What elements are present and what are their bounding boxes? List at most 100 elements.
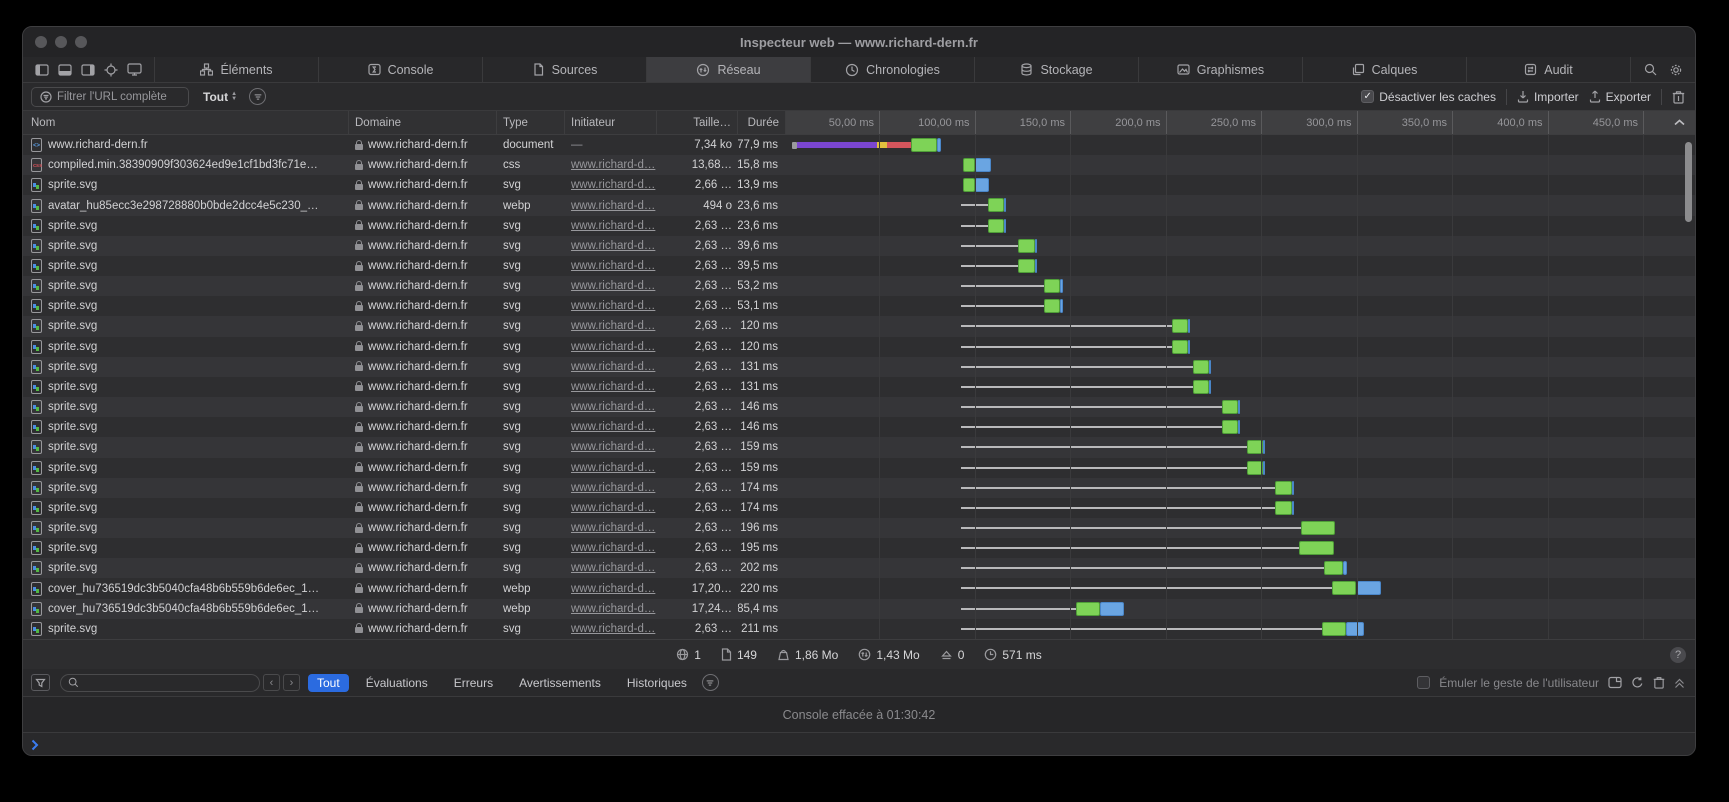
column-header-initiator[interactable]: Initiateur xyxy=(565,111,657,134)
clear-console-trash-icon[interactable] xyxy=(1653,676,1665,689)
tab-console[interactable]: Console xyxy=(319,57,483,82)
disable-caches-checkbox[interactable]: ✓ xyxy=(1361,90,1374,103)
table-row[interactable]: cover_hu736519dc3b5040cfa48b6b559b6de6ec… xyxy=(23,599,1695,619)
zoom-window-button[interactable] xyxy=(75,36,87,48)
initiator-link[interactable]: www.richard-d… xyxy=(571,542,655,554)
help-button[interactable]: ? xyxy=(1670,647,1686,663)
clear-network-trash-icon[interactable] xyxy=(1672,90,1685,104)
tab-graphics[interactable]: Graphismes xyxy=(1139,57,1303,82)
column-header-domain[interactable]: Domaine xyxy=(349,111,497,134)
initiator-link[interactable]: www.richard-d… xyxy=(571,320,655,332)
settings-gear-icon[interactable] xyxy=(1665,60,1687,80)
console-scope-errors[interactable]: Erreurs xyxy=(445,674,502,692)
console-prompt[interactable] xyxy=(23,733,1695,755)
table-row[interactable]: sprite.svgwww.richard-dern.frsvgwww.rich… xyxy=(23,357,1695,377)
close-window-button[interactable] xyxy=(35,36,47,48)
tab-audit[interactable]: Audit xyxy=(1467,57,1631,82)
table-row[interactable]: avatar_hu85ecc3e298728880b0bde2dcc4e5c23… xyxy=(23,195,1695,215)
console-scope-logs[interactable]: Historiques xyxy=(618,674,696,692)
initiator-link[interactable]: www.richard-d… xyxy=(571,583,655,595)
column-header-type[interactable]: Type xyxy=(497,111,565,134)
collapse-chevron-icon[interactable] xyxy=(1674,117,1685,129)
initiator-link[interactable]: www.richard-d… xyxy=(571,220,655,232)
column-header-name[interactable]: Nom xyxy=(23,111,349,134)
table-row[interactable]: sprite.svgwww.richard-dern.frsvgwww.rich… xyxy=(23,316,1695,336)
initiator-link[interactable]: www.richard-d… xyxy=(571,401,655,413)
initiator-link[interactable]: www.richard-d… xyxy=(571,502,655,514)
table-row[interactable]: sprite.svgwww.richard-dern.frsvgwww.rich… xyxy=(23,437,1695,457)
expand-console-chevron-icon[interactable] xyxy=(1674,677,1685,689)
initiator-link[interactable]: www.richard-d… xyxy=(571,623,655,635)
next-result-button[interactable]: › xyxy=(283,674,300,691)
element-picker-icon[interactable] xyxy=(104,63,118,77)
initiator-link[interactable]: www.richard-d… xyxy=(571,361,655,373)
dock-left-icon[interactable] xyxy=(35,64,49,76)
initiator-link[interactable]: www.richard-d… xyxy=(571,441,655,453)
search-icon[interactable] xyxy=(1639,60,1661,80)
table-row[interactable]: sprite.svgwww.richard-dern.frsvgwww.rich… xyxy=(23,478,1695,498)
initiator-link[interactable]: www.richard-d… xyxy=(571,159,655,171)
tab-network[interactable]: Réseau xyxy=(647,57,811,82)
device-icon[interactable] xyxy=(127,63,142,76)
console-scope-evaluations[interactable]: Évaluations xyxy=(357,674,437,692)
tab-elements[interactable]: Éléments xyxy=(155,57,319,82)
console-filter-funnel-icon[interactable] xyxy=(31,674,50,691)
table-row[interactable]: sprite.svgwww.richard-dern.frsvgwww.rich… xyxy=(23,458,1695,478)
table-row[interactable]: sprite.svgwww.richard-dern.frsvgwww.rich… xyxy=(23,377,1695,397)
disable-caches-control[interactable]: ✓ Désactiver les caches xyxy=(1361,90,1496,104)
filter-options-icon[interactable] xyxy=(249,88,266,105)
initiator-link[interactable]: www.richard-d… xyxy=(571,179,655,191)
initiator-link[interactable]: www.richard-d… xyxy=(571,381,655,393)
table-row[interactable]: sprite.svgwww.richard-dern.frsvgwww.rich… xyxy=(23,518,1695,538)
initiator-link[interactable]: www.richard-d… xyxy=(571,260,655,272)
table-row[interactable]: sprite.svgwww.richard-dern.frsvgwww.rich… xyxy=(23,397,1695,417)
initiator-link[interactable]: www.richard-d… xyxy=(571,462,655,474)
emulate-user-gesture-checkbox[interactable] xyxy=(1417,676,1430,689)
tab-layers[interactable]: Calques xyxy=(1303,57,1467,82)
dock-right-icon[interactable] xyxy=(81,64,95,76)
export-button[interactable]: Exporter xyxy=(1589,90,1651,104)
table-row[interactable]: sprite.svgwww.richard-dern.frsvgwww.rich… xyxy=(23,498,1695,518)
resource-type-select[interactable]: Tout ▲▼ xyxy=(203,90,237,104)
table-row[interactable]: compiled.min.38390909f303624ed9e1cf1bd3f… xyxy=(23,155,1695,175)
minimize-window-button[interactable] xyxy=(55,36,67,48)
url-filter-input[interactable] xyxy=(57,91,175,103)
table-row[interactable]: sprite.svgwww.richard-dern.frsvgwww.rich… xyxy=(23,175,1695,195)
table-row[interactable]: sprite.svgwww.richard-dern.frsvgwww.rich… xyxy=(23,236,1695,256)
table-row[interactable]: sprite.svgwww.richard-dern.frsvgwww.rich… xyxy=(23,337,1695,357)
table-row[interactable]: sprite.svgwww.richard-dern.frsvgwww.rich… xyxy=(23,619,1695,639)
initiator-link[interactable]: www.richard-d… xyxy=(571,280,655,292)
url-filter-field[interactable] xyxy=(31,87,189,107)
initiator-link[interactable]: www.richard-d… xyxy=(571,200,655,212)
table-row[interactable]: sprite.svgwww.richard-dern.frsvgwww.rich… xyxy=(23,256,1695,276)
import-button[interactable]: Importer xyxy=(1517,90,1579,104)
table-row[interactable]: cover_hu736519dc3b5040cfa48b6b559b6de6ec… xyxy=(23,578,1695,598)
table-row[interactable]: sprite.svgwww.richard-dern.frsvgwww.rich… xyxy=(23,216,1695,236)
tab-storage[interactable]: Stockage xyxy=(975,57,1139,82)
table-row[interactable]: sprite.svgwww.richard-dern.frsvgwww.rich… xyxy=(23,538,1695,558)
console-search-field[interactable] xyxy=(60,674,260,692)
initiator-link[interactable]: www.richard-d… xyxy=(571,421,655,433)
console-filter-options-icon[interactable] xyxy=(702,674,719,691)
table-row[interactable]: sprite.svgwww.richard-dern.frsvgwww.rich… xyxy=(23,417,1695,437)
dock-bottom-icon[interactable] xyxy=(58,64,72,76)
console-drawer-icon[interactable] xyxy=(1608,676,1622,689)
tab-sources[interactable]: Sources xyxy=(483,57,647,82)
previous-result-button[interactable]: ‹ xyxy=(263,674,280,691)
table-row[interactable]: sprite.svgwww.richard-dern.frsvgwww.rich… xyxy=(23,276,1695,296)
initiator-link[interactable]: www.richard-d… xyxy=(571,240,655,252)
column-header-duration[interactable]: Durée xyxy=(738,111,786,134)
initiator-link[interactable]: www.richard-d… xyxy=(571,482,655,494)
vertical-scrollbar[interactable] xyxy=(1685,142,1692,222)
console-scope-all[interactable]: Tout xyxy=(308,674,349,692)
reload-icon[interactable] xyxy=(1631,676,1644,689)
initiator-link[interactable]: www.richard-d… xyxy=(571,341,655,353)
initiator-link[interactable]: www.richard-d… xyxy=(571,562,655,574)
column-header-size[interactable]: Taille… xyxy=(657,111,738,134)
console-search-input[interactable] xyxy=(83,677,243,689)
console-scope-warnings[interactable]: Avertissements xyxy=(510,674,610,692)
initiator-link[interactable]: www.richard-d… xyxy=(571,603,655,615)
table-row[interactable]: sprite.svgwww.richard-dern.frsvgwww.rich… xyxy=(23,296,1695,316)
table-row[interactable]: www.richard-dern.frwww.richard-dern.frdo… xyxy=(23,135,1695,155)
tab-timelines[interactable]: Chronologies xyxy=(811,57,975,82)
